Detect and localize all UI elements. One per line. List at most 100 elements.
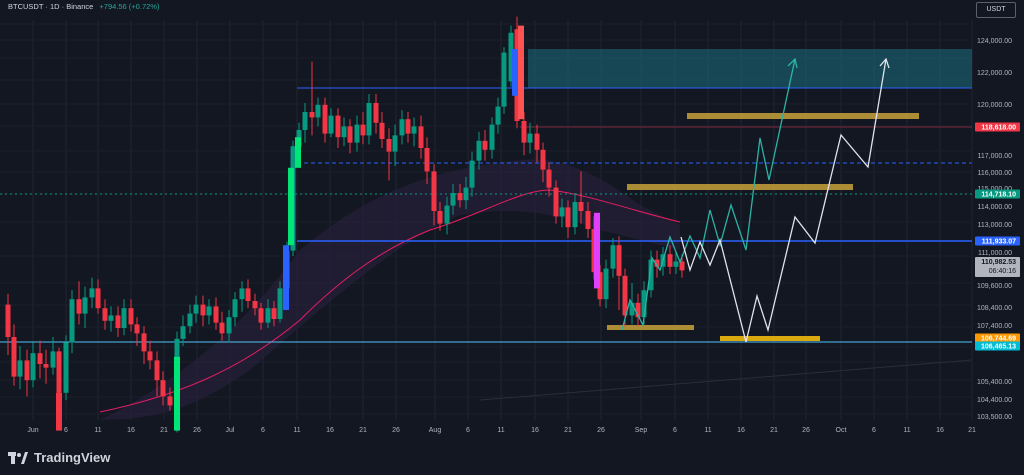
time-tick: 11: [497, 427, 504, 434]
highlight-candle: [288, 167, 294, 246]
candle-body: [405, 119, 411, 134]
candle-body: [418, 126, 424, 148]
price-change: +794.56 (+0.72%): [99, 2, 160, 11]
currency-selector[interactable]: USDT: [976, 2, 1016, 18]
candle-body: [444, 205, 450, 224]
brand[interactable]: TradingView: [8, 450, 110, 465]
candle-body: [24, 360, 30, 381]
candle-body: [534, 133, 540, 150]
candle-body: [501, 52, 507, 107]
symbol-title[interactable]: BTCUSDT · 1D · Binance: [8, 2, 93, 11]
price-tick: 120,000.00: [977, 102, 1012, 109]
time-tick: 6: [673, 427, 677, 434]
candle-body: [373, 103, 379, 123]
time-tick: 16: [737, 427, 745, 434]
candle-body: [76, 299, 82, 314]
candle-body: [315, 104, 321, 118]
price-tick: 114,000.00: [977, 204, 1012, 211]
price-badge: 106,465.13: [975, 341, 1020, 351]
time-tick: 21: [564, 427, 572, 434]
support-zone: [720, 336, 820, 341]
candle-body: [309, 112, 315, 118]
highlight-candle: [518, 25, 524, 120]
time-tick: 16: [326, 427, 334, 434]
price-axis: 124,000.00122,000.00120,000.00118,000.00…: [975, 38, 1020, 421]
price-tick: 108,400.00: [977, 305, 1012, 312]
candle-body: [431, 171, 437, 211]
price-chart[interactable]: 124,000.00122,000.00120,000.00118,000.00…: [0, 0, 1024, 470]
price-badge-label: 106,744.69: [981, 336, 1016, 343]
candle-body: [167, 396, 173, 406]
price-tick: 109,600.00: [977, 283, 1012, 290]
candle-body: [379, 122, 385, 139]
time-axis: Jun 6 11 16 21 26 Jul 6 11 16 21 26 Aug 6 11 16 21 26 Sep 6…: [27, 427, 976, 434]
highlight-candle: [283, 245, 289, 310]
candle-body: [160, 380, 166, 397]
time-tick: 6: [261, 427, 265, 434]
highlight-candle: [512, 49, 518, 96]
candle-body: [610, 245, 616, 269]
time-tick: Jul: [226, 427, 235, 434]
candle-body: [328, 115, 334, 134]
candle-body: [245, 288, 251, 301]
price-badge-label: 110,982.53: [981, 259, 1016, 266]
candle-body: [213, 306, 219, 323]
candle-body: [147, 351, 153, 361]
candle-body: [95, 288, 101, 309]
candle-body: [206, 306, 212, 316]
price-badge-label: 114,718.10: [981, 192, 1016, 199]
candle-body: [271, 308, 277, 319]
candle-body: [108, 315, 114, 321]
candle-body: [187, 313, 193, 327]
price-tick: 111,000.00: [978, 250, 1012, 257]
tradingview-logo-icon: [8, 451, 28, 465]
candle-body: [437, 211, 443, 224]
candle-body: [540, 149, 546, 170]
candle-body: [527, 133, 533, 143]
zone-gold-3: [607, 325, 694, 330]
candle-body: [399, 119, 405, 136]
candle-body: [219, 322, 225, 334]
candle-body: [226, 317, 232, 334]
time-tick: 6: [872, 427, 876, 434]
candle-body: [585, 211, 591, 229]
candle-body: [180, 326, 186, 339]
zone-gold-1: [687, 113, 919, 119]
candle-body: [322, 104, 328, 134]
time-tick: 26: [193, 427, 201, 434]
candle-body: [335, 115, 341, 138]
chart-area[interactable]: 124,000.00122,000.00120,000.00118,000.00…: [0, 0, 1024, 470]
price-tick: 104,400.00: [977, 397, 1012, 404]
candle-body: [115, 315, 121, 328]
price-tick: 107,400.00: [977, 323, 1012, 330]
candle-body: [141, 333, 147, 352]
projection-paths: [621, 57, 890, 343]
candle-body: [102, 308, 108, 321]
candle-body: [392, 135, 398, 152]
time-tick: Jun: [27, 427, 38, 434]
candle-body: [63, 342, 69, 393]
price-badge-sublabel: 06:40:16: [989, 268, 1016, 275]
price-tick: 103,500.00: [977, 414, 1012, 421]
candle-body: [341, 126, 347, 138]
candle-body: [469, 160, 475, 188]
candle-body: [489, 124, 495, 150]
price-tick: 122,000.00: [977, 70, 1012, 77]
price-badge: 114,718.10: [975, 189, 1020, 199]
price-tick: 105,400.00: [977, 379, 1012, 386]
time-tick: 21: [968, 427, 976, 434]
candle-body: [360, 124, 366, 136]
candle-body: [43, 364, 49, 368]
candle-body: [17, 360, 23, 377]
candle-body: [495, 106, 501, 125]
candle-body: [56, 351, 62, 393]
time-tick: 21: [770, 427, 778, 434]
candle-body: [386, 139, 392, 152]
candle-body: [121, 308, 127, 328]
candle-body: [193, 304, 199, 314]
candle-body: [128, 308, 134, 325]
candle-body: [673, 261, 679, 267]
time-tick: 11: [903, 427, 910, 434]
brand-name: TradingView: [34, 450, 111, 465]
symbol-header[interactable]: BTCUSDT · 1D · Binance +794.56 (+0.72%): [8, 2, 159, 11]
